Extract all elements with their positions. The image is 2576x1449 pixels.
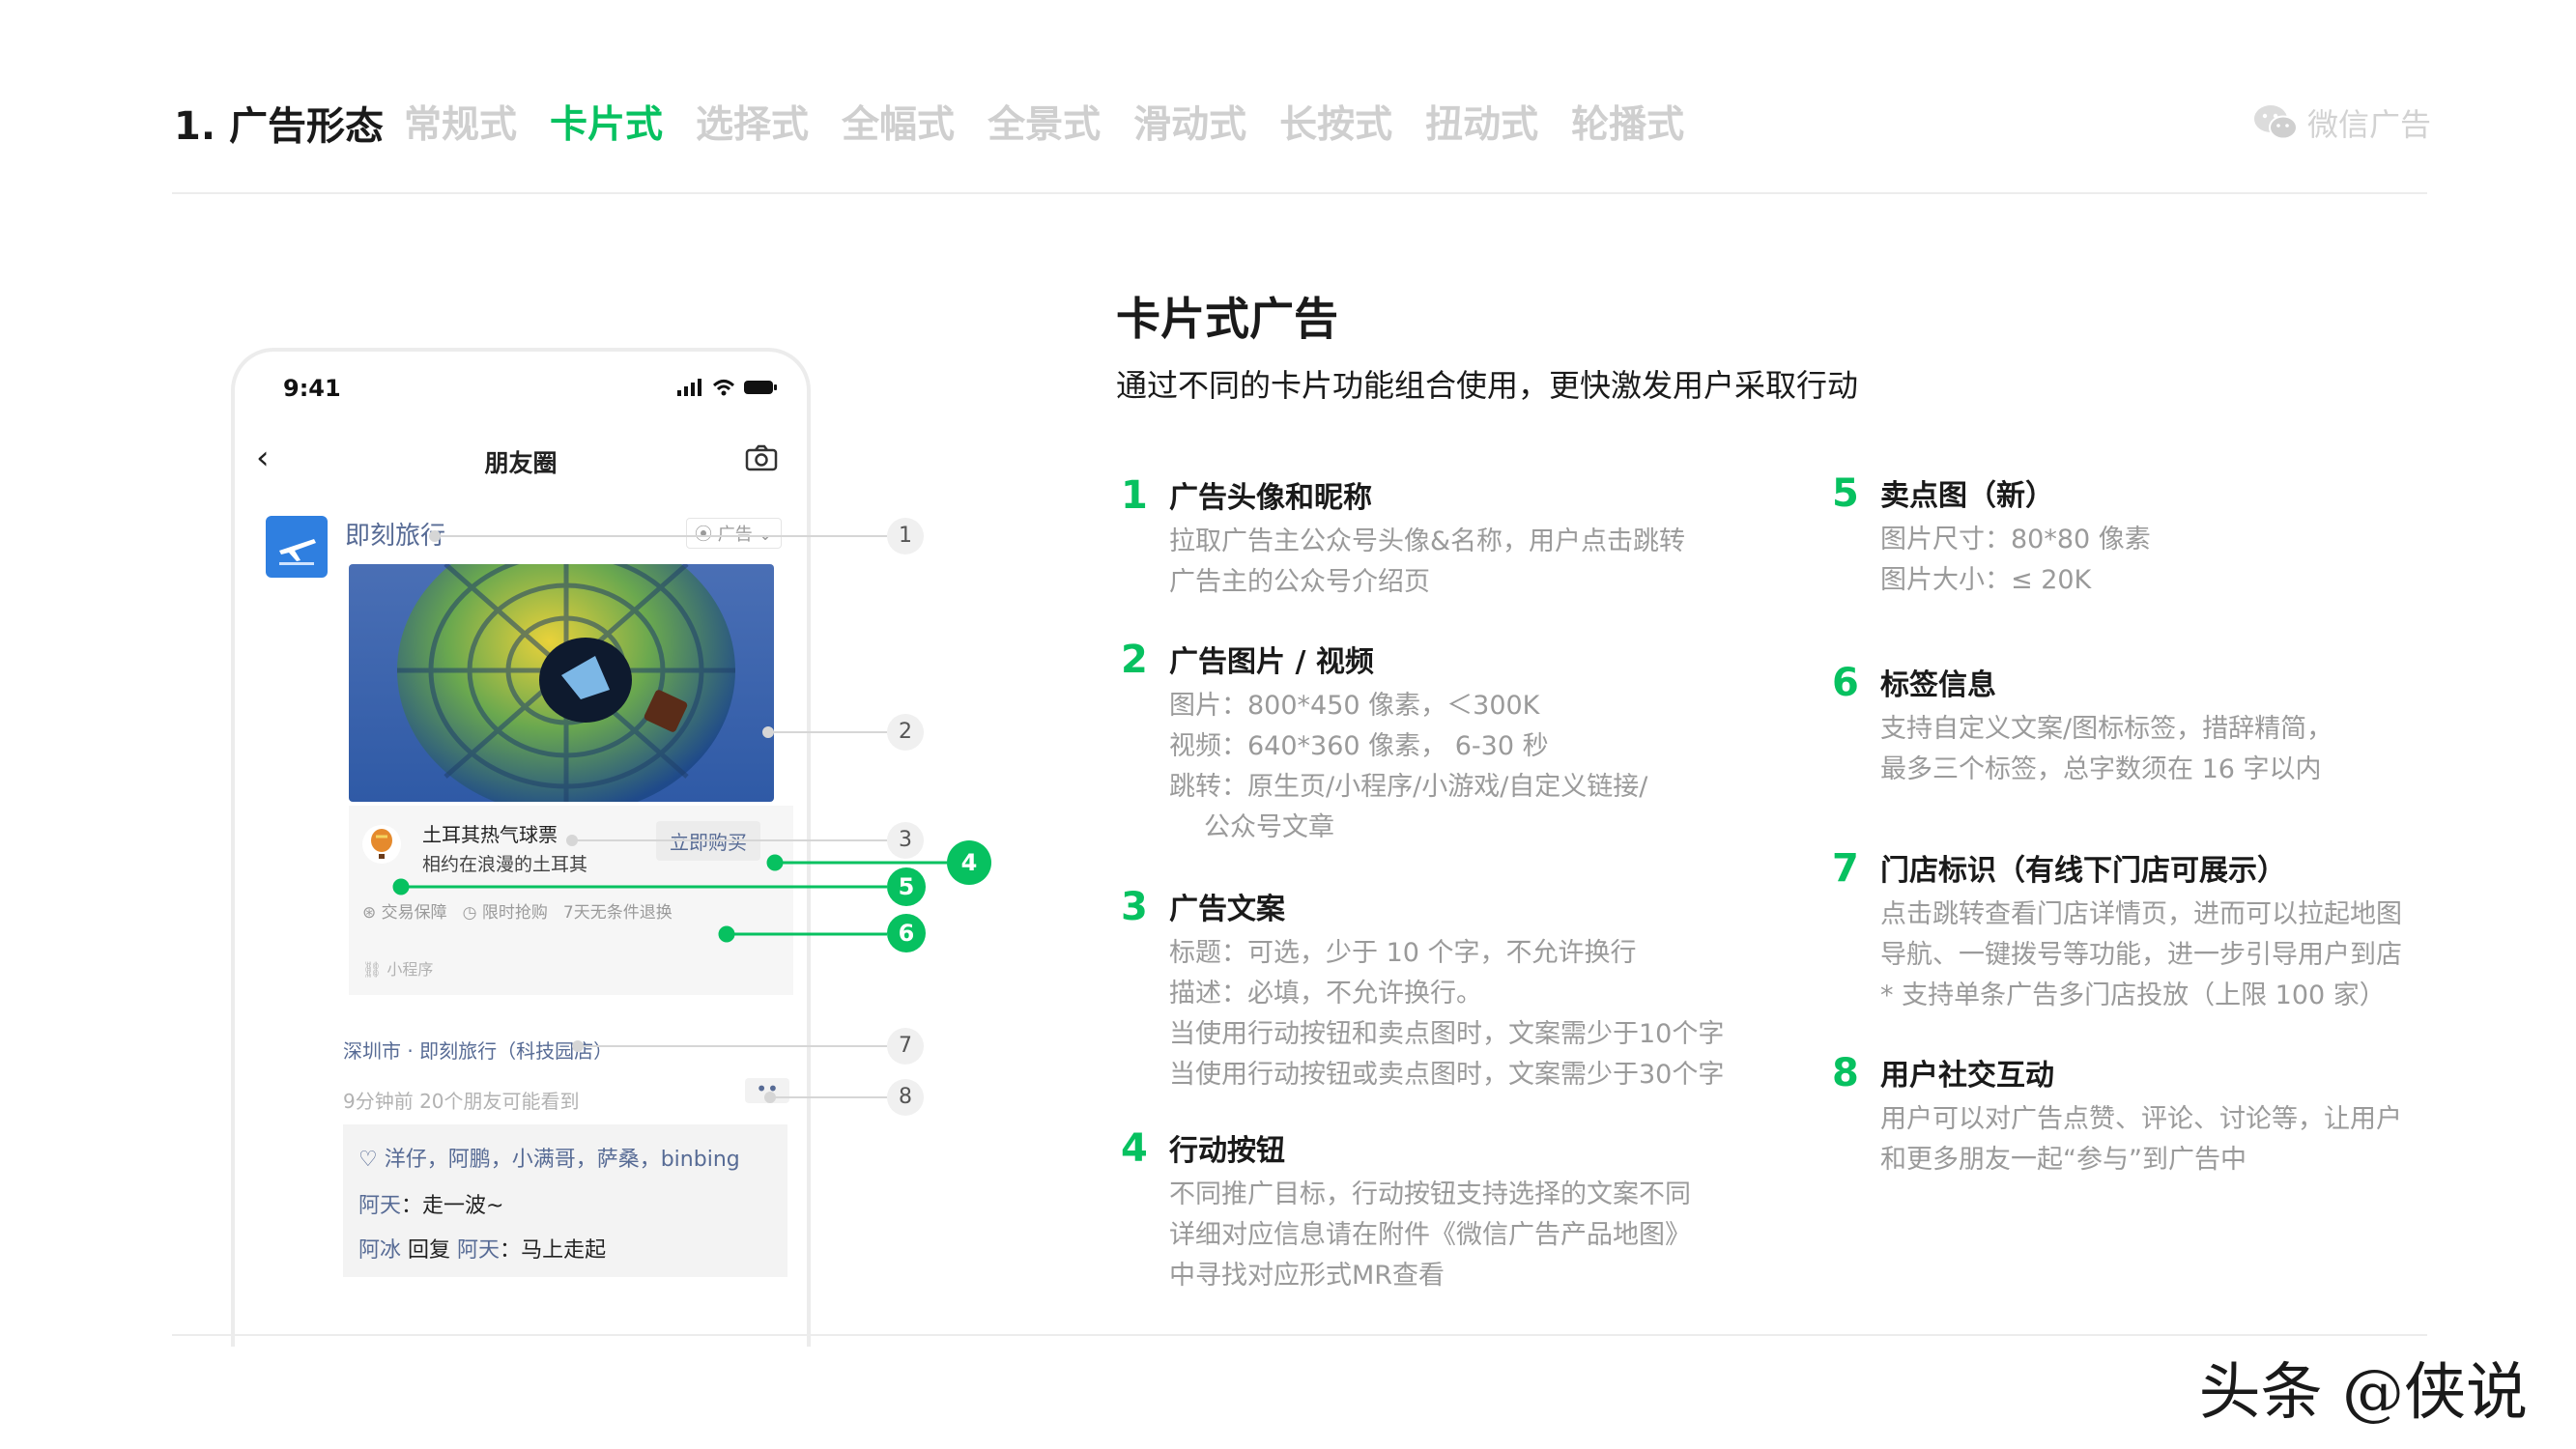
callout-1: 1 — [887, 518, 924, 554]
section-subtitle: 通过不同的卡片功能组合使用，更快激发用户采取行动 — [1116, 367, 1859, 404]
feature-title: 广告头像和昵称 — [1169, 481, 1372, 515]
watermark: 头条 @侠说 — [2198, 1357, 2528, 1429]
callout-2: 2 — [887, 714, 924, 751]
callout-8: 8 — [887, 1079, 924, 1116]
callout-7: 7 — [887, 1028, 924, 1065]
divider-bottom — [172, 1334, 2427, 1336]
callout-5: 5 — [887, 867, 926, 906]
callout-6: 6 — [887, 914, 926, 952]
feature-title: 门店标识（有线下门店可展示） — [1880, 854, 2286, 888]
feature-title: 标签信息 — [1880, 668, 1996, 702]
feature-title: 广告图片 / 视频 — [1169, 645, 1374, 679]
feature-title: 卖点图（新） — [1880, 479, 2054, 513]
callout-3: 3 — [887, 822, 924, 859]
section-title: 卡片式广告 — [1116, 293, 1338, 345]
callout-4: 4 — [947, 840, 991, 885]
feature-title: 行动按钮 — [1169, 1134, 1285, 1168]
feature-title: 用户社交互动 — [1880, 1059, 2054, 1093]
feature-title: 广告文案 — [1169, 893, 1285, 926]
